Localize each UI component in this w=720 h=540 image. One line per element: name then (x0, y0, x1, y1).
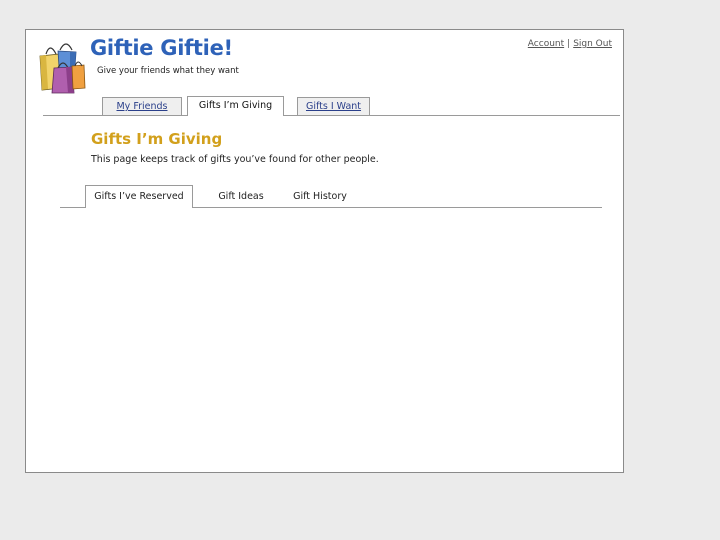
tab-divider-line (43, 115, 620, 116)
tab-gifts-i-want[interactable]: Gifts I Want (297, 97, 370, 116)
main-tab-bar: My Friends Gifts I’m Giving Gifts I Want (43, 96, 620, 116)
link-separator: | (567, 39, 571, 49)
tagline: Give your friends what they want (97, 66, 239, 76)
sign-out-link[interactable]: Sign Out (573, 39, 612, 49)
tab-gifts-im-giving[interactable]: Gifts I’m Giving (187, 96, 284, 116)
tab-my-friends[interactable]: My Friends (102, 97, 182, 116)
section-description: This page keeps track of gifts you’ve fo… (91, 154, 379, 165)
shopping-bags-icon (36, 38, 86, 94)
account-link[interactable]: Account (528, 39, 564, 49)
account-links: Account | Sign Out (528, 39, 612, 49)
subtab-gift-ideas[interactable]: Gift Ideas (215, 186, 267, 208)
subtab-gift-history[interactable]: Gift History (290, 186, 350, 208)
sub-tab-bar: Gifts I’ve Reserved Gift Ideas Gift Hist… (60, 185, 602, 208)
section-title: Gifts I’m Giving (91, 130, 223, 148)
app-title: Giftie Giftie! (90, 36, 233, 60)
subtab-gifts-reserved[interactable]: Gifts I’ve Reserved (85, 185, 193, 208)
page-container: Giftie Giftie! Give your friends what th… (25, 29, 624, 473)
